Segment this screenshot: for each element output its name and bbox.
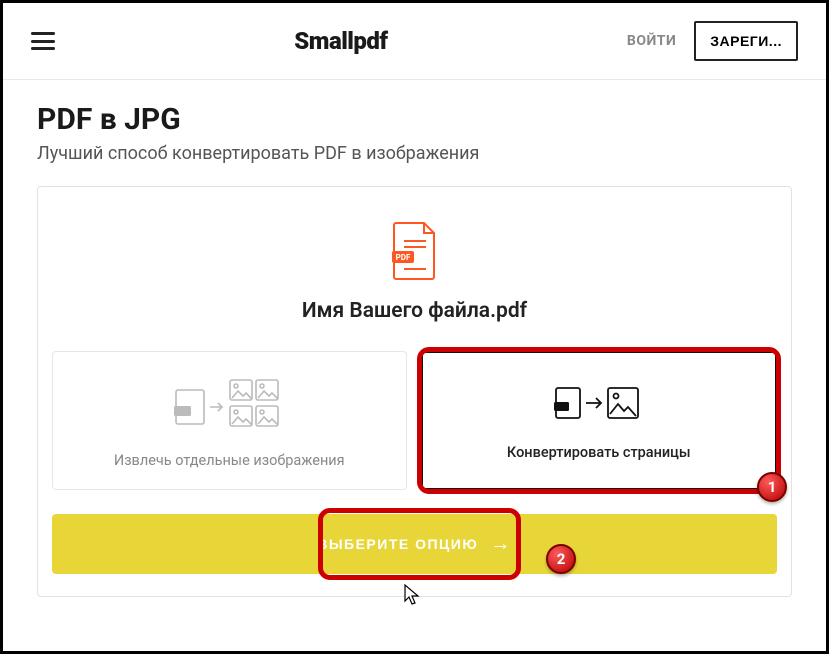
header-actions: ВОЙТИ ЗАРЕГИ... [627,21,798,61]
extract-images-icon: PDF [174,376,284,436]
page-title: PDF в JPG [37,102,792,137]
login-link[interactable]: ВОЙТИ [627,33,676,49]
signup-button[interactable]: ЗАРЕГИ... [694,21,798,61]
cta-area: ВЫБЕРИТЕ ОПЦИЮ → 2 [38,500,791,596]
svg-text:PDF: PDF [177,409,189,416]
converter-card: PDF Имя Вашего файла.pdf PDF [37,186,792,597]
option-label: Извлечь отдельные изображения [114,452,345,469]
choose-option-button[interactable]: ВЫБЕРИТЕ ОПЦИЮ → [52,514,777,574]
pdf-file-icon: PDF [390,221,440,285]
page-subtitle: Лучший способ конвертировать PDF в изобр… [37,143,792,164]
convert-pages-icon: PDF [554,384,644,428]
option-convert-pages[interactable]: PDF Конвертировать страницы 1 [421,351,778,490]
svg-text:PDF: PDF [395,253,410,262]
app-header: Smallpdf ВОЙТИ ЗАРЕГИ... [3,3,826,80]
menu-icon[interactable] [31,32,55,50]
app-logo: Smallpdf [294,27,387,55]
option-label: Конвертировать страницы [507,444,691,461]
file-name: Имя Вашего файла.pdf [302,299,527,323]
file-preview: PDF Имя Вашего файла.pdf [38,187,791,351]
annotation-badge: 2 [546,544,576,574]
option-extract-images[interactable]: PDF Извлечь отдельные из [52,351,407,490]
conversion-options: PDF Извлечь отдельные из [38,351,791,500]
cta-label: ВЫБЕРИТЕ ОПЦИЮ [317,536,478,552]
annotation-badge: 1 [757,472,787,502]
svg-text:PDF: PDF [556,405,566,411]
page-content: PDF в JPG Лучший способ конвертировать P… [3,80,826,623]
arrow-right-icon: → [490,534,512,554]
